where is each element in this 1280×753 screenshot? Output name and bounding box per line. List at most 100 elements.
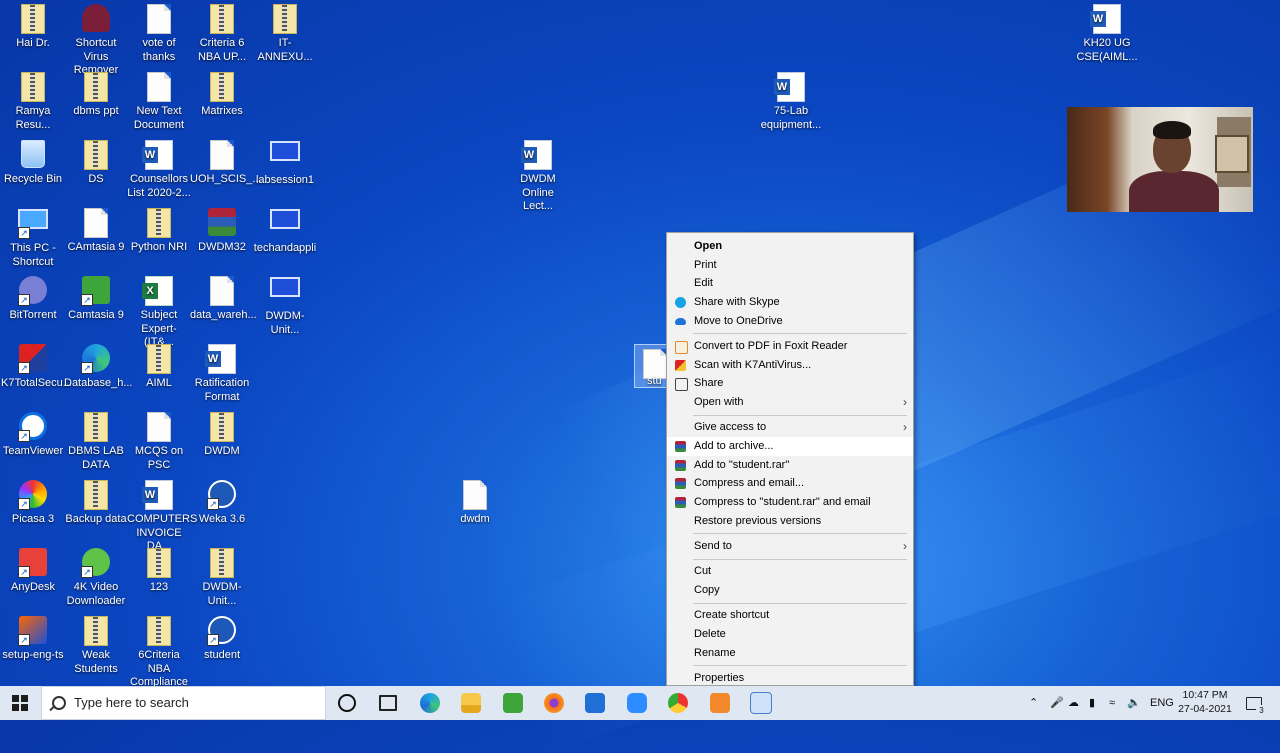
desktop-icon-python-nri[interactable]: Python NRI <box>126 204 192 255</box>
zip-folder-icon <box>81 140 111 170</box>
desktop-icon-database-h[interactable]: ↗ Database_h... <box>63 340 133 391</box>
microphone-icon[interactable]: 🎤 <box>1050 686 1064 720</box>
desktop-icon-it-annexu[interactable]: IT-ANNEXU... <box>252 0 318 64</box>
word-document-icon <box>142 140 174 170</box>
desktop-icon-dwdm[interactable]: DWDM <box>189 408 255 459</box>
menu-item-edit[interactable]: Edit <box>667 274 913 293</box>
volume-icon[interactable]: 🔈 <box>1127 686 1141 720</box>
menu-item-create-shortcut[interactable]: Create shortcut <box>667 606 913 625</box>
desktop-icon-camtasia-9[interactable]: ↗ Camtasia 9 <box>63 272 129 323</box>
desktop-icon-ramya-resu[interactable]: Ramya Resu... <box>0 68 66 132</box>
menu-item-scan-with-k7antivirus[interactable]: Scan with K7AntiVirus... <box>667 356 913 375</box>
onedrive-tray-icon[interactable]: ☁ <box>1068 686 1079 720</box>
menu-item-rename[interactable]: Rename <box>667 644 913 663</box>
taskbar-firefox-button[interactable] <box>534 686 574 720</box>
desktop-icon-uoh-scis[interactable]: UOH_SCIS_... <box>189 136 262 187</box>
text-file-icon <box>207 276 237 306</box>
desktop-icon-teamviewer[interactable]: ↗ TeamViewer <box>0 408 66 459</box>
menu-item-print[interactable]: Print <box>667 256 913 275</box>
show-hidden-icons-button[interactable]: ⌃ <box>1029 686 1038 720</box>
desktop-icon-student[interactable]: ↗ student <box>189 612 255 663</box>
menu-item-label: Restore previous versions <box>694 514 822 527</box>
desktop-icon-backup-data[interactable]: Backup data <box>63 476 129 527</box>
desktop-icon-dwdm[interactable]: dwdm <box>442 476 508 527</box>
menu-item-share[interactable]: Share <box>667 374 913 393</box>
desktop-icon-vote-of-thanks[interactable]: vote of thanks <box>126 0 192 64</box>
desktop-icon-counsellors-list-2020-2[interactable]: Counsellors List 2020-2... <box>126 136 192 200</box>
menu-item-restore-previous-versions[interactable]: Restore previous versions <box>667 512 913 531</box>
edge-icon: ↗ <box>81 344 111 374</box>
taskbar-search-box[interactable]: Type here to search <box>41 686 326 720</box>
menu-item-compress-and-email[interactable]: Compress and email... <box>667 474 913 493</box>
desktop-icon-setup-eng-ts[interactable]: ↗ setup-eng-ts <box>0 612 66 663</box>
taskbar-cortana-button[interactable] <box>327 686 367 720</box>
desktop-icon-computers-invoice-da[interactable]: COMPUTERS INVOICE DA... <box>126 476 197 554</box>
desktop-icon-4k-video-downloader[interactable]: ↗ 4K Video Downloader <box>63 544 129 608</box>
start-button[interactable] <box>0 686 40 720</box>
desktop-icon-k7totalsecu[interactable]: ↗ K7TotalSecu... <box>0 340 72 391</box>
desktop-icon-picasa-3[interactable]: ↗ Picasa 3 <box>0 476 66 527</box>
desktop-icon-dwdm-unit[interactable]: DWDM-Unit... <box>252 272 318 337</box>
desktop-icon-dbms-ppt[interactable]: dbms ppt <box>63 68 129 119</box>
desktop-icon-ratification-format[interactable]: Ratification Format <box>189 340 255 404</box>
taskbar-task-view-button[interactable] <box>368 686 408 720</box>
desktop-icon-criteria-6-nba-up[interactable]: Criteria 6 NBA UP... <box>189 0 255 64</box>
taskbar-clock[interactable]: 10:47 PM 27-04-2021 <box>1172 688 1238 716</box>
taskbar-weka-button[interactable] <box>741 686 781 720</box>
menu-item-share-with-skype[interactable]: Share with Skype <box>667 293 913 312</box>
menu-item-compress-to-student-rar-and-email[interactable]: Compress to "student.rar" and email <box>667 493 913 512</box>
desktop-icon-dwdm-unit[interactable]: DWDM-Unit... <box>189 544 255 608</box>
recycle-bin-icon <box>18 140 48 170</box>
menu-item-open-with[interactable]: Open with › <box>667 393 913 412</box>
battery-icon[interactable]: ▮ <box>1089 686 1095 720</box>
taskbar-camtasia-button[interactable] <box>493 686 533 720</box>
desktop-icon-this-pc-shortcut[interactable]: ↗ This PC - Shortcut <box>0 204 66 269</box>
desktop-icon-dbms-lab-data[interactable]: DBMS LAB DATA <box>63 408 129 472</box>
desktop-icon-anydesk[interactable]: ↗ AnyDesk <box>0 544 66 595</box>
taskbar-file-explorer-button[interactable] <box>451 686 491 720</box>
search-placeholder: Type here to search <box>74 695 189 710</box>
desktop-icon-techandappli[interactable]: techandappli <box>252 204 318 256</box>
desktop-icon-data-wareh[interactable]: data_wareh... <box>189 272 257 323</box>
desktop-icon-dwdm-online-lect[interactable]: DWDM Online Lect... <box>505 136 571 214</box>
menu-item-add-to-archive[interactable]: Add to archive... <box>667 437 913 456</box>
desktop-icon-kh20-ug-cse-aiml[interactable]: KH20 UG CSE(AIML... <box>1074 0 1140 64</box>
language-indicator[interactable]: ENG <box>1150 686 1174 720</box>
desktop-icon-hai-dr[interactable]: Hai Dr. <box>0 0 66 51</box>
menu-item-convert-to-pdf-in-foxit-reader[interactable]: Convert to PDF in Foxit Reader <box>667 337 913 356</box>
desktop-icon-camtasia-9[interactable]: CAmtasia 9 <box>63 204 129 255</box>
desktop-icon-dwdm32[interactable]: DWDM32 <box>189 204 255 255</box>
desktop-icon-6criteria-nba-compliance[interactable]: 6Criteria NBA Compliance <box>126 612 192 690</box>
menu-item-delete[interactable]: Delete <box>667 625 913 644</box>
desktop-icon-ds[interactable]: DS <box>63 136 129 187</box>
desktop-icon-bittorrent[interactable]: ↗ BitTorrent <box>0 272 66 323</box>
desktop-icon-weka-3-6[interactable]: ↗ Weka 3.6 <box>189 476 255 527</box>
taskbar-foxit-button[interactable] <box>700 686 740 720</box>
desktop-icon-123[interactable]: 123 <box>126 544 192 595</box>
menu-item-send-to[interactable]: Send to › <box>667 537 913 556</box>
desktop-icon-new-text-document[interactable]: New Text Document <box>126 68 192 132</box>
clock-time: 10:47 PM <box>1182 689 1228 701</box>
wifi-icon[interactable]: ≈ <box>1109 686 1115 720</box>
desktop-icon-recycle-bin[interactable]: Recycle Bin <box>0 136 66 187</box>
desktop-icon-75-lab-equipment[interactable]: 75-Lab equipment... <box>758 68 824 132</box>
desktop-icon-aiml[interactable]: AIML <box>126 340 192 391</box>
taskbar-zoom-button[interactable] <box>617 686 657 720</box>
desktop-icon-weak-students[interactable]: Weak Students <box>63 612 129 676</box>
menu-item-copy[interactable]: Copy <box>667 581 913 600</box>
notification-center-icon[interactable]: 3 <box>1246 697 1267 716</box>
menu-item-open[interactable]: Open <box>667 237 913 256</box>
taskbar-mail-button[interactable] <box>575 686 615 720</box>
desktop-icon-mcqs-on-psc[interactable]: MCQS on PSC <box>126 408 192 472</box>
taskbar-chrome-button[interactable] <box>658 686 698 720</box>
desktop-icon-subject-expert-it[interactable]: Subject Expert-(IT&... <box>126 272 192 350</box>
menu-item-move-to-onedrive[interactable]: Move to OneDrive <box>667 312 913 331</box>
taskbar-edge-button[interactable] <box>410 686 450 720</box>
screen-shortcut-icon <box>270 277 300 307</box>
desktop-icon-labsession1[interactable]: labsession1 <box>252 136 318 188</box>
menu-item-cut[interactable]: Cut <box>667 562 913 581</box>
menu-item-properties[interactable]: Properties <box>667 669 913 688</box>
menu-item-give-access-to[interactable]: Give access to › <box>667 418 913 437</box>
menu-item-add-to-student-rar[interactable]: Add to "student.rar" <box>667 456 913 475</box>
desktop-icon-matrixes[interactable]: Matrixes <box>189 68 255 119</box>
